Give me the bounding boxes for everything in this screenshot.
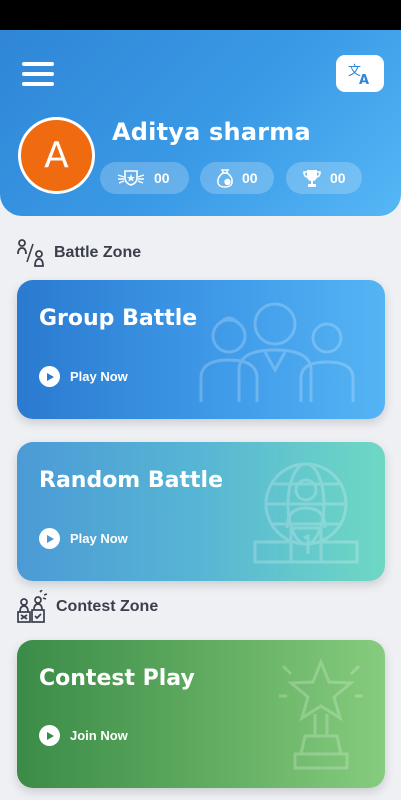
status-bar <box>0 0 401 30</box>
rank-stat[interactable]: 00 <box>100 162 189 194</box>
contest-zone-icon <box>17 590 48 623</box>
svg-text:A: A <box>359 73 369 86</box>
play-icon <box>39 725 60 746</box>
user-name: Aditya sharma <box>112 118 311 146</box>
menu-line <box>22 62 54 66</box>
rank-value: 00 <box>154 170 170 186</box>
random-battle-play-button[interactable]: Play Now <box>39 528 128 549</box>
play-icon <box>39 528 60 549</box>
avatar[interactable]: A <box>18 117 95 194</box>
star-trophy-icon <box>279 657 363 770</box>
coins-value: 00 <box>242 170 258 186</box>
group-battle-play-label: Play Now <box>70 369 128 384</box>
contest-play-card[interactable]: Contest Play Join Now <box>17 640 385 788</box>
contest-join-button[interactable]: Join Now <box>39 725 128 746</box>
trophy-icon <box>303 170 321 187</box>
random-battle-card[interactable]: Random Battle Play Now <box>17 442 385 581</box>
menu-button[interactable] <box>22 62 54 86</box>
translate-button[interactable]: 文 A <box>336 55 384 92</box>
random-battle-title: Random Battle <box>39 468 224 493</box>
coins-bag-icon <box>217 169 233 188</box>
group-battle-play-button[interactable]: Play Now <box>39 366 128 387</box>
battle-zone-heading: Battle Zone <box>16 238 141 268</box>
battle-zone-label: Battle Zone <box>54 244 142 261</box>
globe-podium-icon <box>253 462 359 564</box>
translate-icon: 文 A <box>348 64 369 86</box>
avatar-initial: A <box>44 135 69 176</box>
coins-stat[interactable]: 00 <box>200 162 274 194</box>
rank-badge-icon <box>117 170 145 186</box>
group-battle-card[interactable]: Group Battle Play Now <box>17 280 385 419</box>
group-battle-title: Group Battle <box>39 306 198 331</box>
contest-zone-heading: Contest Zone <box>16 590 158 624</box>
trophy-value: 00 <box>330 170 346 186</box>
menu-line <box>22 82 54 86</box>
group-people-icon <box>199 302 355 402</box>
play-icon <box>39 366 60 387</box>
contest-join-label: Join Now <box>70 728 128 743</box>
contest-zone-label: Contest Zone <box>56 598 159 615</box>
battle-zone-icon <box>17 239 44 267</box>
contest-play-title: Contest Play <box>39 666 195 691</box>
trophy-stat[interactable]: 00 <box>286 162 362 194</box>
menu-line <box>22 72 54 76</box>
random-battle-play-label: Play Now <box>70 531 128 546</box>
